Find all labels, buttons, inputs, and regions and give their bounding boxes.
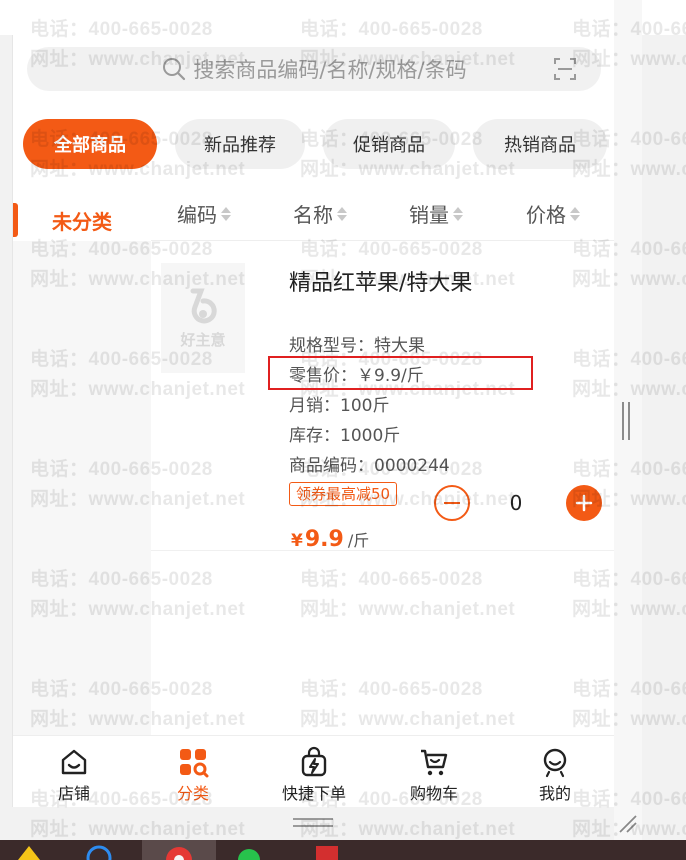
- chip-new-products[interactable]: 新品推荐: [175, 119, 305, 169]
- product-code: 商品编码：0000244: [289, 456, 450, 476]
- drag-handle[interactable]: [293, 818, 333, 830]
- nav-item-cart[interactable]: 购物车: [389, 746, 479, 804]
- chip-all-products[interactable]: 全部商品: [23, 119, 157, 169]
- sort-label: 销量: [409, 203, 449, 227]
- nav-label: 我的: [538, 784, 571, 803]
- search-input[interactable]: 搜索商品编码/名称/规格/条码: [193, 54, 466, 84]
- decrease-quantity-button[interactable]: [434, 485, 470, 521]
- product-image-placeholder[interactable]: 好主意: [161, 263, 245, 373]
- search-icon: [161, 56, 187, 82]
- category-item-label: 未分类: [52, 209, 112, 234]
- os-taskbar: [0, 840, 686, 860]
- sort-by-price[interactable]: 价格: [526, 199, 580, 228]
- nav-label: 购物车: [409, 784, 458, 803]
- cart-icon: [421, 749, 448, 776]
- coupon-badge[interactable]: 领券最高减50: [289, 482, 398, 506]
- nav-label: 快捷下单: [281, 784, 346, 803]
- category-item-uncategorized[interactable]: 未分类: [13, 185, 151, 241]
- chip-promotion-products[interactable]: 促销商品: [323, 119, 455, 169]
- brand-logo-icon: [190, 288, 217, 323]
- category-column: [13, 241, 151, 737]
- bottom-navigation: 店铺 分类 快捷下单 购物车 我的: [13, 735, 614, 807]
- mobile-app-frame: 搜索商品编码/名称/规格/条码 全部商品 新品推荐 促销商品 热销商品 未分类 …: [12, 35, 614, 807]
- category-chips: 全部商品 新品推荐 促销商品 热销商品: [13, 117, 614, 173]
- sort-by-code[interactable]: 编码: [177, 199, 231, 228]
- annotation-highlight-box: [268, 356, 533, 390]
- category-icon: [180, 749, 209, 778]
- taskbar-chrome-icon[interactable]: [142, 840, 216, 860]
- sort-arrows-icon: [221, 206, 231, 221]
- taskbar-app-icon[interactable]: [312, 840, 342, 860]
- taskbar-browser-icon[interactable]: [84, 840, 114, 860]
- search-bar[interactable]: 搜索商品编码/名称/规格/条码: [27, 47, 601, 91]
- corner-resize-icon[interactable]: [618, 814, 638, 834]
- store-icon: [61, 749, 87, 775]
- increase-quantity-button[interactable]: [566, 485, 602, 521]
- product-monthly-sales: 月销：100斤: [289, 396, 390, 416]
- chip-label: 促销商品: [353, 135, 425, 156]
- sort-label: 名称: [293, 203, 333, 227]
- nav-item-category[interactable]: 分类: [148, 746, 238, 804]
- nav-label: 分类: [176, 784, 209, 803]
- price-row: ¥ 9.9 /斤: [291, 527, 369, 552]
- scan-icon[interactable]: [553, 57, 577, 81]
- price-currency: ¥: [291, 531, 303, 551]
- window-top-strip: [0, 0, 686, 35]
- nav-item-profile[interactable]: 我的: [510, 746, 600, 804]
- nav-item-quick-order[interactable]: 快捷下单: [269, 746, 359, 804]
- plus-icon: [575, 494, 593, 512]
- minus-icon: [444, 502, 460, 504]
- product-spec: 规格型号：特大果: [289, 336, 425, 356]
- sort-label: 价格: [526, 203, 566, 227]
- price-value: 9.9: [304, 527, 344, 552]
- quick-order-icon: [301, 746, 327, 777]
- sort-label: 编码: [177, 203, 217, 227]
- quantity-value: 0: [509, 491, 523, 515]
- price-unit: /斤: [347, 531, 370, 550]
- sort-by-name[interactable]: 名称: [293, 199, 347, 228]
- nav-label: 店铺: [57, 784, 90, 803]
- sort-arrows-icon: [337, 206, 347, 221]
- chip-label: 全部商品: [54, 135, 126, 156]
- sort-header: 未分类 编码 名称 销量 价格: [13, 185, 614, 241]
- chip-hot-products[interactable]: 热销商品: [473, 119, 607, 169]
- taskbar-app-icon[interactable]: [14, 840, 44, 860]
- thumb-placeholder-text: 好主意: [180, 330, 226, 349]
- product-card[interactable]: 好主意 精品红苹果/特大果 规格型号：特大果 零售价：￥9.9/斤 月销：100…: [151, 241, 614, 552]
- nav-item-store[interactable]: 店铺: [29, 746, 119, 804]
- profile-icon: [543, 748, 567, 778]
- product-name[interactable]: 精品红苹果/特大果: [289, 265, 472, 297]
- sort-arrows-icon: [453, 206, 463, 221]
- chip-label: 热销商品: [504, 135, 576, 156]
- product-stock: 库存：1000斤: [289, 426, 401, 446]
- sort-by-sales[interactable]: 销量: [409, 199, 463, 228]
- active-indicator: [13, 203, 18, 237]
- panel-resize-grip[interactable]: [622, 402, 632, 440]
- chip-label: 新品推荐: [204, 135, 276, 156]
- sort-arrows-icon: [570, 206, 580, 221]
- taskbar-wechat-icon[interactable]: [234, 840, 264, 860]
